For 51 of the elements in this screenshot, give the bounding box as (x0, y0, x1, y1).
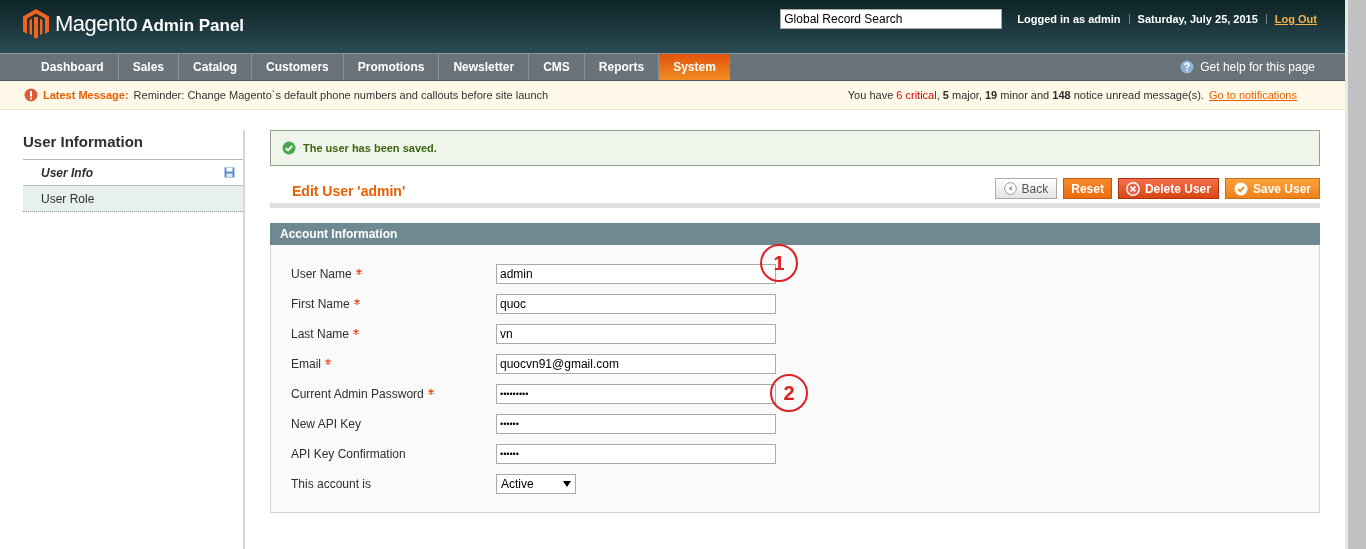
annotation-marker: 1 (760, 244, 798, 282)
field-label: New API Key (291, 417, 362, 431)
field-label: Email (291, 357, 321, 371)
input-field[interactable]: quoc (496, 294, 776, 314)
date-text: Saturday, July 25, 2015 (1137, 13, 1258, 25)
logged-in-text: Logged in as admin (1017, 13, 1121, 25)
input-field[interactable]: quocvn91@gmail.com (496, 354, 776, 374)
nav-tab[interactable]: Promotions (343, 54, 440, 80)
check-icon (282, 141, 296, 155)
delete-button[interactable]: Delete User (1117, 178, 1219, 199)
annotation-marker: 2 (770, 374, 808, 412)
messages-summary: You have 6 critical, 5 major, 19 minor and 148 notice unread message(s). (847, 89, 1204, 101)
field-label: Current Admin Password (291, 387, 424, 401)
nav-tab[interactable]: Catalog (179, 54, 253, 80)
page-title: Edit User 'admin' (292, 181, 406, 199)
reset-button[interactable]: Reset (1063, 178, 1112, 199)
help-link[interactable]: Get help for this page (1200, 60, 1315, 74)
caret-icon (563, 481, 571, 487)
notice-title: Latest Message: (43, 89, 129, 101)
password-field[interactable]: •••••• (496, 444, 776, 464)
logo-subtitle: Admin Panel (141, 15, 245, 36)
sidebar-item[interactable]: User Role (23, 186, 243, 212)
nav-tab[interactable]: Dashboard (27, 54, 119, 80)
notifications-link[interactable]: Go to notifications (1208, 89, 1297, 101)
close-icon (1125, 181, 1140, 196)
field-label: This account is (291, 477, 372, 491)
password-field[interactable]: •••••• (496, 414, 776, 434)
alert-icon (24, 88, 38, 102)
save-icon (224, 167, 235, 178)
notice-text: Reminder: Change Magento`s default phone numbers and callouts before site launch (133, 89, 549, 101)
field-label: API Key Confirmation (291, 447, 406, 461)
success-text: The user has been saved. (303, 142, 437, 154)
logo-icon (23, 9, 49, 39)
search-field[interactable]: Global Record Search (780, 9, 1003, 29)
field-label: Last Name (291, 327, 350, 341)
field-label: First Name (291, 297, 350, 311)
field-label: User Name (291, 267, 352, 281)
nav-tab[interactable]: Customers (252, 54, 344, 80)
back-button[interactable]: Back (994, 178, 1058, 199)
check-icon (1233, 181, 1248, 196)
password-field[interactable]: ••••••••• (496, 384, 776, 404)
nav-tab[interactable]: System (659, 54, 730, 80)
logout-link[interactable]: Log Out (1274, 13, 1317, 25)
section-header: Account Information (270, 223, 1320, 245)
nav-tab[interactable]: Newsletter (439, 54, 530, 80)
input-field[interactable]: vn (496, 324, 776, 344)
nav-tab[interactable]: Sales (118, 54, 180, 80)
help-icon (1180, 60, 1195, 74)
logo-text: Magento (55, 11, 138, 37)
status-select[interactable]: Active (496, 474, 576, 494)
nav-tab[interactable]: CMS (529, 54, 585, 80)
